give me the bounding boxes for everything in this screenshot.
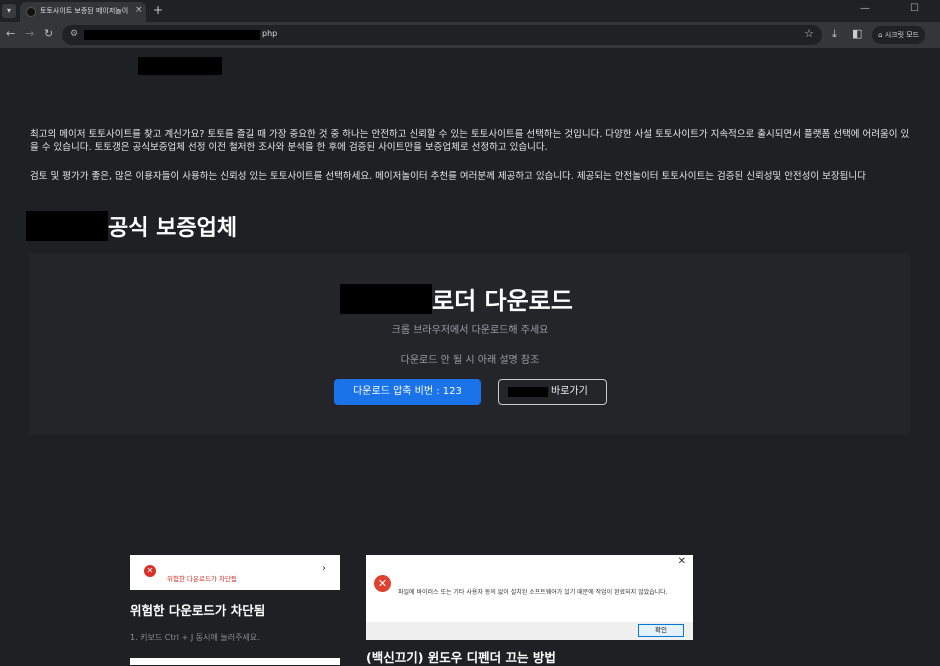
new-tab-icon[interactable]: + <box>153 3 163 17</box>
maximize-icon[interactable]: ☐ <box>910 3 919 14</box>
download-icon[interactable]: ⤓ <box>832 27 837 41</box>
tab-search-icon[interactable]: ▾ <box>2 4 16 18</box>
download-subtitle-2: 다운로드 안 될 시 아래 설명 참조 <box>400 355 540 366</box>
dialog-message: 파일에 바이러스 또는 기타 사용자 동의 없이 설치된 소프트웨어가 있기 때… <box>398 589 668 596</box>
tab-title: 토토사이트 보증된 메이저놀이 <box>40 7 129 15</box>
download-heading-text: 로더 다운로드 <box>432 287 573 315</box>
incognito-label: 시크릿 모드 <box>884 31 920 39</box>
card-thumbnail-defender[interactable]: ✕ ✕ 파일에 바이러스 또는 기타 사용자 동의 없이 설치된 소프트웨어가 … <box>366 555 693 640</box>
card-thumbnail-blocked[interactable]: ✕ 위험한 다운로드가 차단됨 › <box>130 555 340 590</box>
site-info-icon[interactable]: ⚙ <box>70 29 78 39</box>
error-icon: ✕ <box>374 575 391 592</box>
title-redaction <box>26 211 108 241</box>
incognito-icon: ⌂ <box>878 31 883 39</box>
reload-icon[interactable]: ↻ <box>44 27 53 40</box>
download-panel: 로더 다운로드 크롬 브라우저에서 다운로드해 주세요 다운로드 안 될 시 아… <box>30 253 910 435</box>
shortcut-redaction <box>508 387 548 397</box>
section-title-text: 공식 보증업체 <box>108 216 238 241</box>
star-icon[interactable]: ☆ <box>804 27 814 40</box>
shortcut-label: 바로가기 <box>551 386 588 397</box>
minimize-icon[interactable]: — <box>860 3 870 14</box>
warning-icon: ✕ <box>144 565 156 577</box>
download-password-button[interactable]: 다운로드 압축 비번 : 123 <box>334 379 481 405</box>
download-subtitle-1: 크롬 브라우저에서 다운로드해 주세요 <box>391 325 549 336</box>
browser-toolbar: ← → ↻ ⚙ php ☆ ⤓ ◧ ⌂ 시크릿 모드 <box>0 22 940 48</box>
dialog-ok-button: 확인 <box>638 624 684 637</box>
card-title-defender[interactable]: (백신끄기) 윈도우 디펜더 끄는 방법 <box>366 647 556 666</box>
url-redaction <box>84 30 260 40</box>
chevron-right-icon: › <box>322 563 326 574</box>
section-title: 공식 보증업체 <box>26 210 237 242</box>
incognito-badge[interactable]: ⌂ 시크릿 모드 <box>872 26 926 44</box>
card-desc-blocked: 1. 키보드 Ctrl + J 동시에 눌러주세요. <box>130 633 260 642</box>
intro-paragraph-2: 검토 및 평가가 좋은, 많은 이용자들이 사용하는 신뢰성 있는 토토사이트를… <box>30 171 866 182</box>
card-title-blocked[interactable]: 위험한 다운로드가 차단됨 <box>130 600 265 619</box>
tab-bar: ▾ 토토사이트 보증된 메이저놀이 × + — ☐ <box>0 0 940 22</box>
dialog-footer: 확인 <box>366 622 693 640</box>
card-thumbnail-next[interactable] <box>130 658 340 665</box>
forward-icon[interactable]: → <box>25 27 34 40</box>
address-bar[interactable]: ⚙ php ☆ <box>62 25 822 45</box>
close-icon[interactable]: × <box>135 5 143 15</box>
shortcut-button[interactable]: 바로가기 <box>498 379 607 405</box>
close-icon: ✕ <box>677 556 686 567</box>
url-text: php <box>262 29 278 38</box>
page-content: 최고의 메이저 토토사이트를 찾고 계신가요? 토토를 즐길 때 가장 중요한 … <box>0 48 940 665</box>
intro-paragraph-1: 최고의 메이저 토토사이트를 찾고 계신가요? 토토를 즐길 때 가장 중요한 … <box>30 129 910 153</box>
site-logo[interactable] <box>138 57 222 75</box>
thumb-warning-text: 위험한 다운로드가 차단됨 <box>167 575 237 583</box>
back-icon[interactable]: ← <box>6 27 15 40</box>
favicon-icon <box>26 7 36 17</box>
download-heading: 로더 다운로드 <box>340 281 573 316</box>
heading-redaction <box>340 283 432 314</box>
sidepanel-icon[interactable]: ◧ <box>852 27 862 40</box>
tab-active[interactable]: 토토사이트 보증된 메이저놀이 × <box>20 2 146 22</box>
